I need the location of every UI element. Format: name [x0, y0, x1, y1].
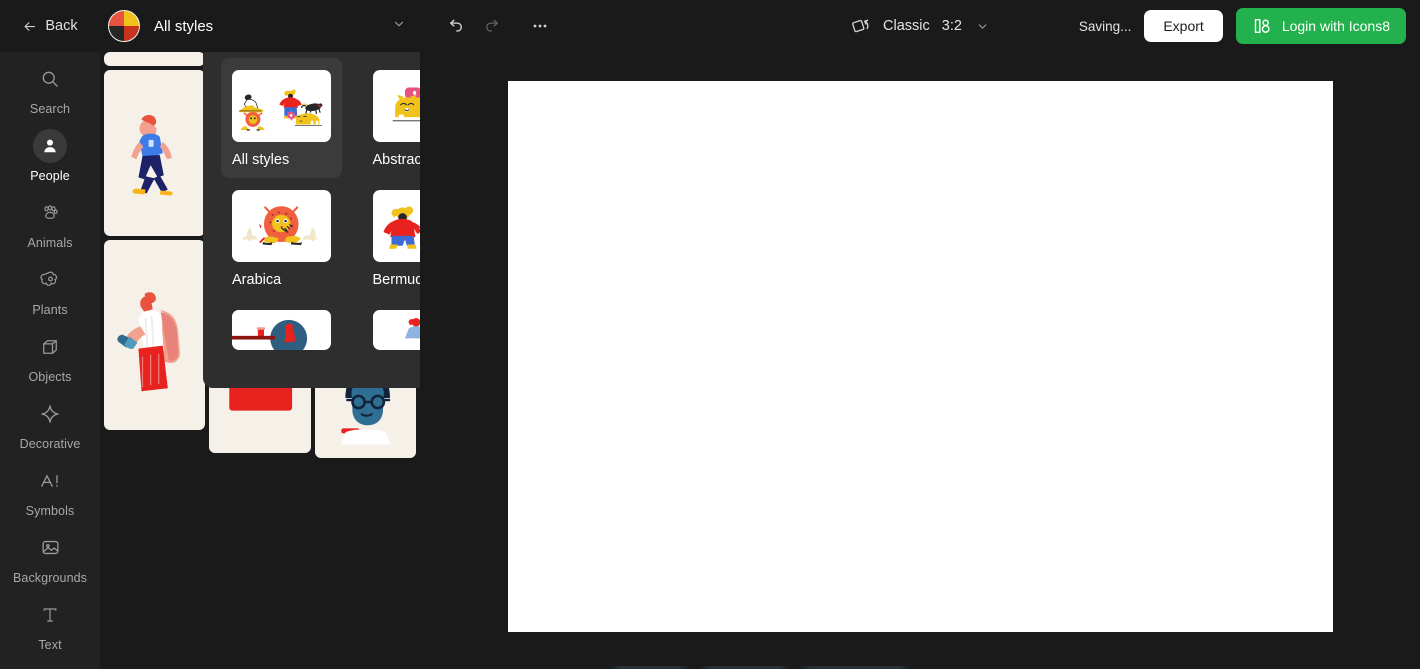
ellipsis-icon[interactable] [523, 9, 557, 43]
sidebar-item-label: Animals [27, 235, 73, 250]
style-card-bermuda[interactable]: Bermuda [362, 178, 421, 298]
illustration-editor-app: Search People Animals Plants Objects Dec… [0, 0, 1420, 669]
icons8-logo-icon [1252, 16, 1272, 36]
sidebar-item-people[interactable]: People [0, 122, 100, 189]
rotate-frame-icon [851, 16, 873, 36]
arrow-left-icon [22, 19, 37, 34]
sidebar-item-objects[interactable]: Objects [0, 323, 100, 390]
aspect-ratio-selector[interactable]: Classic 3:2 [851, 16, 989, 36]
chevron-down-icon [976, 20, 989, 33]
bermuda-dogwalk-thumb [372, 190, 420, 262]
style-dropdown-panel[interactable]: All styles Abstrac Arabica Bermud [203, 40, 420, 388]
toolbar-left-group [438, 9, 557, 43]
back-label: Back [45, 18, 78, 34]
redo-icon[interactable] [476, 9, 510, 43]
style-card-label: Abstract [372, 152, 421, 168]
sidebar-item-label: Plants [32, 302, 68, 317]
sidebar-item-label: Decorative [19, 436, 81, 451]
undo-icon[interactable] [438, 9, 472, 43]
style-card-partial-left[interactable] [221, 298, 342, 370]
sidebar-item-decorative[interactable]: Decorative [0, 390, 100, 457]
style-card-arabica[interactable]: Arabica [221, 178, 342, 298]
aspect-ratio-name: Classic [883, 18, 930, 34]
sidebar-item-symbols[interactable]: Symbols [0, 457, 100, 524]
style-card-partial-right[interactable] [362, 298, 420, 370]
search-icon [33, 62, 67, 96]
sidebar-item-label: Objects [28, 369, 72, 384]
export-button[interactable]: Export [1144, 10, 1223, 42]
sidebar-item-label: People [30, 168, 70, 183]
image-icon [33, 531, 67, 565]
sidebar-item-plants[interactable]: Plants [0, 256, 100, 323]
sidebar-item-label: Text [38, 637, 62, 652]
illustration-browser: All styles All styles Abstrac Arabica Be… [100, 0, 420, 669]
style-card-label: All styles [232, 152, 290, 168]
chevron-down-icon[interactable] [392, 17, 406, 36]
sidebar-item-label: Symbols [25, 503, 75, 518]
sparkle-icon [33, 397, 67, 431]
sidebar-item-backgrounds[interactable]: Backgrounds [0, 524, 100, 591]
back-button[interactable]: Back [0, 0, 100, 52]
list-item[interactable] [104, 240, 206, 430]
cube-icon [33, 330, 67, 364]
cut-off-thumb-right [372, 310, 420, 350]
style-card-label: Arabica [232, 272, 282, 288]
editor-stage: Classic 3:2 Saving... Export Login with … [420, 0, 1420, 669]
login-button-label: Login with Icons8 [1281, 18, 1390, 34]
all-styles-avatar [108, 10, 140, 42]
aspect-ratio-value: 3:2 [941, 18, 962, 34]
style-selector-title: All styles [154, 17, 214, 35]
style-card-abstract[interactable]: Abstract [362, 58, 421, 178]
sidebar-item-text[interactable]: Text [0, 591, 100, 658]
a-exclaim-icon [33, 464, 67, 498]
save-status: Saving... [1078, 18, 1132, 34]
flower-icon [33, 263, 67, 297]
list-item[interactable] [104, 52, 206, 66]
sidebar-item-search[interactable]: Search [0, 55, 100, 122]
text-t-icon [33, 598, 67, 632]
sidebar-item-label: Backgrounds [12, 570, 88, 585]
abstract-cat-thumb [372, 70, 420, 142]
editor-toolbar: Classic 3:2 Saving... Export Login with … [420, 0, 1420, 52]
toolbar-right-group: Saving... Export Login with Icons8 [1079, 8, 1406, 44]
person-icon [33, 128, 67, 163]
style-card-grid: All styles Abstrac Arabica Bermud [221, 58, 420, 370]
list-item[interactable] [104, 70, 206, 236]
login-with-icons8-button[interactable]: Login with Icons8 [1235, 8, 1406, 44]
canvas-area [420, 52, 1420, 669]
cut-off-thumb-left [232, 310, 331, 350]
style-card-label: Bermuda [372, 272, 421, 288]
arabica-lion-thumb [232, 190, 331, 262]
paw-icon [33, 196, 67, 230]
all-styles-thumb [232, 70, 331, 142]
sidebar-item-label: Search [29, 101, 71, 116]
sidebar-item-animals[interactable]: Animals [0, 189, 100, 256]
category-sidebar: Search People Animals Plants Objects Dec… [0, 0, 100, 669]
style-selector-header[interactable]: All styles [100, 0, 420, 52]
design-canvas[interactable] [507, 81, 1333, 632]
style-card-all-styles[interactable]: All styles [221, 58, 342, 178]
